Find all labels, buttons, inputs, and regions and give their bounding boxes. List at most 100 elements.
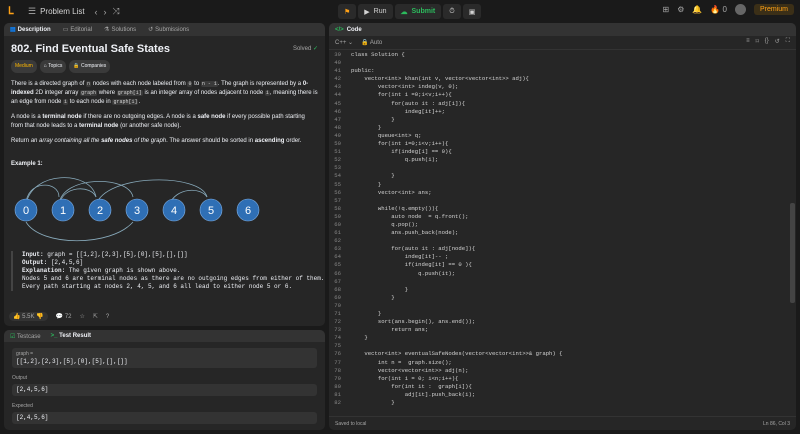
- tab-testcase[interactable]: ☑ Testcase: [10, 333, 41, 340]
- code-line[interactable]: 54 }: [329, 172, 796, 180]
- line-number: 72: [334, 318, 341, 326]
- code-line[interactable]: 49 queue<int> q;: [329, 132, 796, 140]
- timer-button[interactable]: ⏱: [443, 4, 461, 19]
- code-line[interactable]: 81 adj[it].push_back(i);: [329, 391, 796, 399]
- shuffle-icon[interactable]: ⤨: [113, 6, 120, 17]
- code-panel: </> Code C++ ⌄ 🔒 Auto ≡ ⌑ {} ↺ ⛶ 39 class …: [329, 23, 796, 430]
- avatar[interactable]: [734, 4, 746, 15]
- leetcode-logo[interactable]: ᒪ: [8, 6, 18, 17]
- code-line[interactable]: 76 vector<int> eventualSafeNodes(vector<…: [329, 350, 796, 358]
- tab-test-result[interactable]: >_ Test Result: [51, 333, 91, 339]
- difficulty-badge: Medium: [11, 60, 37, 73]
- prev-icon[interactable]: ‹: [95, 7, 98, 17]
- tab-description[interactable]: ▤ Description: [10, 26, 51, 33]
- debug-button[interactable]: ⚑: [338, 4, 357, 19]
- settings-icon[interactable]: ⚙: [677, 5, 684, 14]
- output-label: Output:: [22, 259, 48, 266]
- code-text: for(int i = 0; i<n;i++){: [351, 374, 459, 382]
- star-icon[interactable]: ☆: [80, 313, 85, 320]
- code-line[interactable]: 72 sort(ans.begin(), ans.end());: [329, 318, 796, 326]
- next-icon[interactable]: ›: [104, 7, 107, 17]
- line-number: 47: [334, 115, 341, 123]
- code-line[interactable]: 77 int n = graph.size();: [329, 359, 796, 367]
- code-line[interactable]: 45 for(auto it : adj[i]){: [329, 100, 796, 108]
- code-line[interactable]: 80 for(int it : graph[i]){: [329, 383, 796, 391]
- run-button[interactable]: ▶ Run: [358, 4, 393, 19]
- auto-toggle[interactable]: 🔒 Auto: [361, 39, 382, 46]
- code-line[interactable]: 69 }: [329, 294, 796, 302]
- like-button[interactable]: 👍 5.5K 👎: [9, 312, 48, 321]
- code-line[interactable]: 73 return ans;: [329, 326, 796, 334]
- code-line[interactable]: 66 q.push(it);: [329, 270, 796, 278]
- reset-icon[interactable]: ↺: [775, 38, 780, 45]
- code-line[interactable]: 48 }: [329, 124, 796, 132]
- line-number: 45: [334, 99, 341, 107]
- code-line[interactable]: 53: [329, 164, 796, 172]
- submit-button[interactable]: ☁ Submit: [394, 4, 442, 19]
- code-line[interactable]: 52 q.push(i);: [329, 156, 796, 164]
- help-icon[interactable]: ?: [106, 314, 109, 320]
- code-text: for(auto it : adj[i]){: [351, 99, 466, 107]
- code-line[interactable]: 44 for(int i =0;i<v;i++){: [329, 91, 796, 99]
- companies-chip[interactable]: 🔒 Companies: [69, 60, 111, 73]
- code-editor[interactable]: 39 class Solution {40 41 public: 42 vector<i…: [329, 51, 796, 416]
- companies-label: Companies: [80, 63, 107, 69]
- tab-submissions[interactable]: ↺ Submissions: [148, 26, 189, 33]
- code-line[interactable]: 40: [329, 59, 796, 67]
- code-line[interactable]: 78 vector<vector<int>> adj(n);: [329, 367, 796, 375]
- topics-chip[interactable]: ⌂ Topics: [39, 60, 67, 73]
- code-line[interactable]: 42 vector<int> khan(int v, vector<vector…: [329, 75, 796, 83]
- code-line[interactable]: 55 }: [329, 181, 796, 189]
- code-line[interactable]: 60 q.pop();: [329, 221, 796, 229]
- code-line[interactable]: 68 }: [329, 286, 796, 294]
- braces-icon[interactable]: {}: [765, 38, 769, 45]
- tab-code[interactable]: Code: [347, 27, 362, 33]
- code-line[interactable]: 79 for(int i = 0; i<n;i++){: [329, 375, 796, 383]
- code-line[interactable]: 39 class Solution {: [329, 51, 796, 59]
- code-toolbar: C++ ⌄ 🔒 Auto: [329, 36, 796, 50]
- code-line[interactable]: 51 if(indeg[i] == 0){: [329, 148, 796, 156]
- code-line[interactable]: 58 while(!q.empty()){: [329, 205, 796, 213]
- code-line[interactable]: 67: [329, 278, 796, 286]
- p2-bold-d: safe node: [197, 114, 226, 120]
- tab-solutions[interactable]: ⚗ Solutions: [104, 26, 136, 33]
- code-line[interactable]: 65 if(indeg[it] == 0 ){: [329, 261, 796, 269]
- code-line[interactable]: 46 indeg[it]++;: [329, 108, 796, 116]
- code-line[interactable]: 63 for(auto it : adj[node]){: [329, 245, 796, 253]
- code-line[interactable]: 56 vector<int> ans;: [329, 189, 796, 197]
- thumbs-down-icon[interactable]: 👎: [36, 314, 43, 320]
- code-text: }: [351, 115, 395, 123]
- code-line[interactable]: 43 vector<int> indeg(v, 0);: [329, 83, 796, 91]
- notes-button[interactable]: ▣: [462, 4, 482, 19]
- code-line[interactable]: 50 for(int i=0;i<v;i++){: [329, 140, 796, 148]
- format-icon[interactable]: ≡: [746, 38, 750, 45]
- code-line[interactable]: 61 ans.push_back(node);: [329, 229, 796, 237]
- code-line[interactable]: 41 public:: [329, 67, 796, 75]
- code-line[interactable]: 62: [329, 237, 796, 245]
- solved-label: Solved: [292, 46, 312, 52]
- language-select[interactable]: C++ ⌄: [335, 39, 353, 46]
- bookmark-icon[interactable]: ⌑: [756, 38, 759, 45]
- comments-button[interactable]: 💬 72: [56, 313, 72, 320]
- streak-count: 0: [722, 5, 727, 14]
- code-line[interactable]: 64 indeg[it]-- ;: [329, 253, 796, 261]
- streak-counter[interactable]: 🔥 0: [710, 5, 727, 14]
- premium-button[interactable]: Premium: [753, 4, 794, 15]
- code-line[interactable]: 59 auto node = q.front();: [329, 213, 796, 221]
- code-line[interactable]: 47 }: [329, 116, 796, 124]
- code-line[interactable]: 71 }: [329, 310, 796, 318]
- code-line[interactable]: 74 }: [329, 334, 796, 342]
- line-number: 52: [334, 156, 341, 164]
- problem-list-link[interactable]: ☰ Problem List: [28, 6, 85, 17]
- code-line[interactable]: 70: [329, 302, 796, 310]
- code-line[interactable]: 57: [329, 197, 796, 205]
- p3-text-a: Return: [11, 138, 30, 144]
- tab-editorial[interactable]: ▭ Editorial: [63, 26, 92, 33]
- share-icon[interactable]: ⇱: [93, 313, 98, 320]
- code-line[interactable]: 75: [329, 342, 796, 350]
- code-line[interactable]: 82 }: [329, 399, 796, 407]
- editor-scrollbar[interactable]: [790, 203, 795, 303]
- fullscreen-icon[interactable]: ⛶: [786, 38, 790, 45]
- layout-icon[interactable]: ⊞: [663, 5, 670, 14]
- notification-icon[interactable]: 🔔: [692, 5, 702, 14]
